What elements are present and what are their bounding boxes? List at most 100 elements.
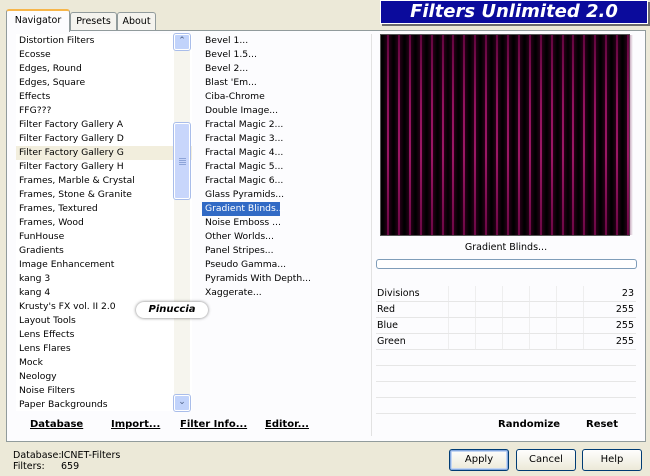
preview-blind-stripe (459, 35, 469, 235)
param-empty-row (376, 366, 636, 382)
import-button[interactable]: Import... (111, 416, 160, 434)
param-red[interactable]: Red 255 (376, 302, 636, 318)
param-value: 23 (621, 288, 634, 299)
category-item[interactable]: Image Enhancement (16, 258, 192, 272)
filter-item[interactable]: Glass Pyramids... (202, 188, 367, 202)
cancel-button[interactable]: Cancel (516, 449, 576, 471)
category-item[interactable]: Filter Factory Gallery A (16, 118, 192, 132)
filters-count-label: Filters: (13, 461, 45, 472)
database-button[interactable]: Database (30, 416, 83, 434)
grip-line (179, 160, 186, 161)
filter-item[interactable]: Pyramids With Depth... (202, 272, 367, 286)
tab-navigator[interactable]: Navigator (6, 9, 70, 32)
filter-list[interactable]: Bevel 1... Bevel 1.5... Bevel 2... Blast 'E… (202, 34, 367, 404)
filter-item[interactable]: Noise Emboss ... (202, 216, 367, 230)
filter-item[interactable]: Fractal Magic 5... (202, 160, 367, 174)
database-status-label: Database: (13, 450, 62, 461)
preview-blind-stripe (394, 35, 404, 235)
category-item[interactable]: FFG??? (16, 104, 192, 118)
category-item[interactable]: Distortion Filters (16, 34, 192, 48)
filter-item[interactable]: Fractal Magic 6... (202, 174, 367, 188)
watermark-badge: Pinuccia (136, 302, 208, 318)
category-item[interactable]: Neology (16, 370, 192, 384)
param-empty-row (376, 398, 636, 414)
filter-item[interactable]: Panel Stripes... (202, 244, 367, 258)
category-list[interactable]: Distortion Filters Ecosse Edges, Round Edge… (16, 34, 192, 411)
filter-item[interactable]: Bevel 1... (202, 34, 367, 48)
randomize-button[interactable]: Randomize (498, 416, 560, 434)
filters-count-value: 659 (61, 461, 80, 472)
category-item[interactable]: Frames, Wood (16, 216, 192, 230)
tab-about[interactable]: About (117, 12, 156, 31)
filter-info-button[interactable]: Filter Info... (180, 416, 247, 434)
category-item[interactable]: Paper Backgrounds (16, 398, 192, 411)
filter-item[interactable]: Fractal Magic 2... (202, 118, 367, 132)
param-slider-track[interactable] (448, 286, 600, 302)
scroll-thumb[interactable] (173, 122, 191, 200)
bottom-toolbar: Database Import... Filter Info... Editor… (14, 416, 366, 436)
filter-item[interactable]: Fractal Magic 3... (202, 132, 367, 146)
category-item[interactable]: Lens Effects (16, 328, 192, 342)
filter-item[interactable]: Xaggerate... (202, 286, 367, 300)
preview-blind-stripe (514, 35, 524, 235)
category-item[interactable]: Edges, Round (16, 62, 192, 76)
tab-presets[interactable]: Presets (70, 12, 117, 31)
category-item[interactable]: Frames, Marble & Crystal (16, 174, 192, 188)
param-slider-track[interactable] (448, 302, 600, 318)
param-label: Divisions (377, 288, 420, 299)
category-item[interactable]: kang 4 (16, 286, 192, 300)
param-green[interactable]: Green 255 (376, 334, 636, 350)
category-item[interactable]: Gradients (16, 244, 192, 258)
parameter-list: Divisions 23 Red 255 Blue 255 Green 255 (376, 286, 636, 414)
param-slider-track[interactable] (448, 318, 600, 334)
category-item[interactable]: Edges, Square (16, 76, 192, 90)
editor-button[interactable]: Editor... (265, 416, 309, 434)
preview-blind-stripe (547, 35, 557, 235)
param-slider-track[interactable] (448, 334, 600, 350)
category-item[interactable]: kang 3 (16, 272, 192, 286)
param-blue[interactable]: Blue 255 (376, 318, 636, 334)
filter-item[interactable]: Bevel 1.5... (202, 48, 367, 62)
category-item[interactable]: Mock (16, 356, 192, 370)
preview-blind-stripe (405, 35, 415, 235)
filter-item[interactable]: Blast 'Em... (202, 76, 367, 90)
filter-item[interactable]: Bevel 2... (202, 62, 367, 76)
filter-item[interactable]: Other Worlds... (202, 230, 367, 244)
preview-blind-stripe (612, 35, 622, 235)
filter-item[interactable]: Ciba-Chrome (202, 90, 367, 104)
preview-blind-stripe (623, 35, 633, 235)
preview-blind-stripe (568, 35, 578, 235)
category-item[interactable]: FunHouse (16, 230, 192, 244)
category-item[interactable]: Filter Factory Gallery D (16, 132, 192, 146)
category-item[interactable]: Effects (16, 90, 192, 104)
reset-button[interactable]: Reset (586, 416, 618, 434)
scroll-down-button[interactable]: ⌄ (173, 394, 191, 412)
category-item[interactable]: Ecosse (16, 48, 192, 62)
preview-blind-stripe (448, 35, 458, 235)
preview-blind-stripe (416, 35, 426, 235)
filter-item[interactable]: Fractal Magic 4... (202, 146, 367, 160)
category-item[interactable]: Frames, Stone & Granite (16, 188, 192, 202)
param-value: 255 (615, 304, 634, 315)
param-divisions[interactable]: Divisions 23 (376, 286, 636, 302)
category-item[interactable]: Frames, Textured (16, 202, 192, 216)
category-scrollbar[interactable]: ⌃ ⌄ (173, 33, 191, 412)
preview-blind-stripe (601, 35, 611, 235)
filter-item[interactable]: Double Image... (202, 104, 367, 118)
param-empty-row (376, 382, 636, 398)
preview-blind-stripe (383, 35, 393, 235)
category-item[interactable]: Filter Factory Gallery H (16, 160, 192, 174)
preview-blind-stripe (438, 35, 448, 235)
category-item[interactable]: Lens Flares (16, 342, 192, 356)
category-item[interactable]: Noise Filters (16, 384, 192, 398)
category-item[interactable]: Filter Factory Gallery G (16, 146, 192, 160)
scroll-up-button[interactable]: ⌃ (173, 33, 191, 51)
apply-button[interactable]: Apply (449, 449, 509, 471)
filter-name-label: Gradient Blinds... (464, 242, 548, 253)
preview-blind-stripe (481, 35, 491, 235)
filter-item[interactable]: Gradient Blinds... (202, 202, 285, 216)
status-area: Database:ICNET-Filters Filters: 659 (13, 450, 120, 472)
filter-item[interactable]: Pseudo Gamma... (202, 258, 367, 272)
help-button[interactable]: Help (582, 449, 642, 471)
param-label: Green (377, 336, 406, 347)
